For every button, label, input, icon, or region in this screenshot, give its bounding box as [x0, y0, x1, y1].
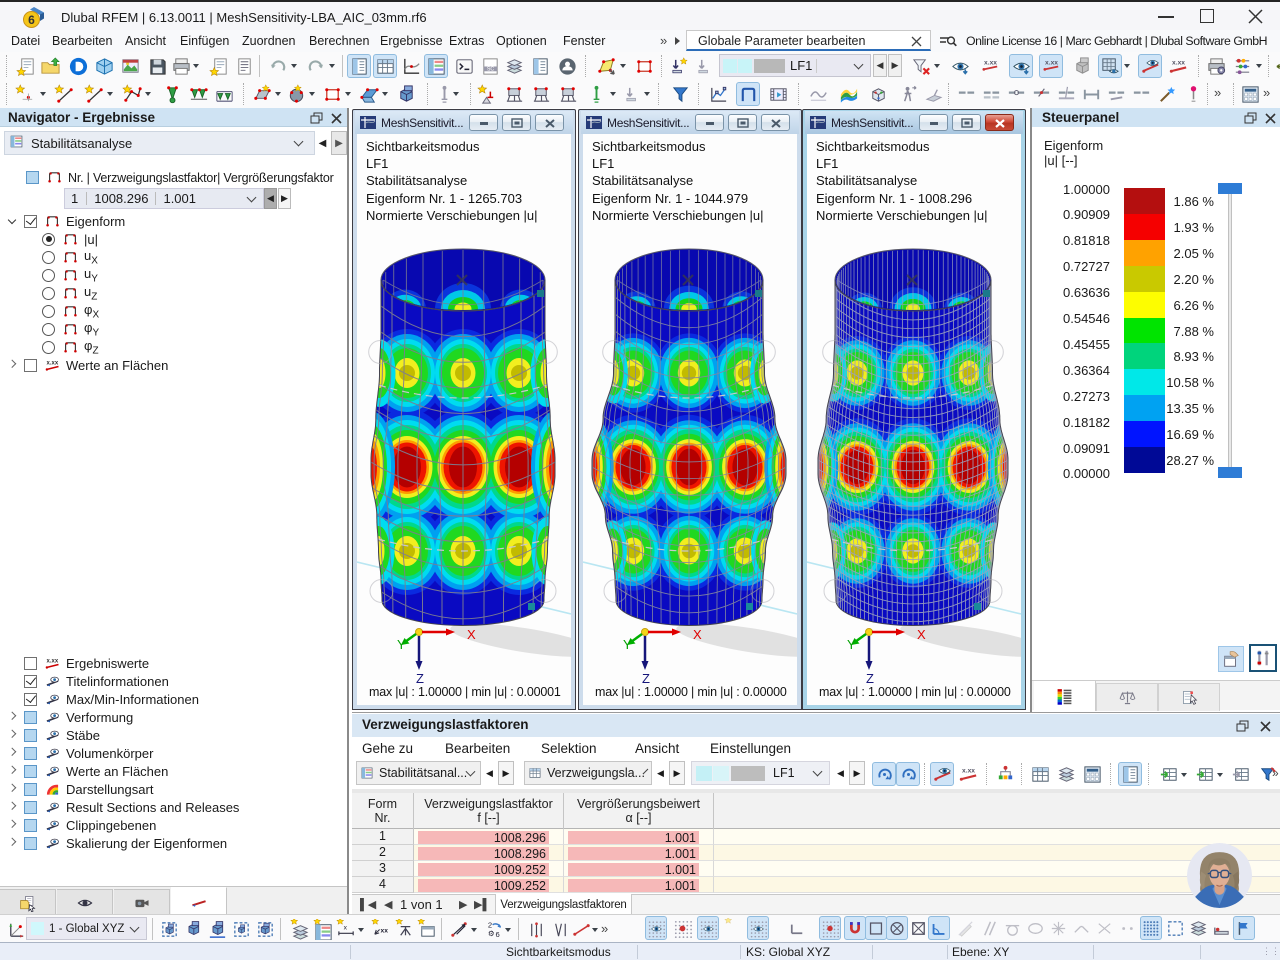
svg-text:x.xx: x.xx	[962, 767, 975, 774]
svg-text:x.xx: x.xx	[47, 360, 59, 366]
svg-text:x.xx: x.xx	[47, 658, 59, 664]
svg-text:x.xx: x.xx	[1172, 59, 1185, 66]
svg-text:x.xx: x.xx	[984, 59, 997, 66]
svg-text:x.xx: x.xx	[1045, 59, 1058, 66]
svg-text:SC: SC	[486, 66, 494, 72]
svg-text:6: 6	[28, 13, 35, 27]
